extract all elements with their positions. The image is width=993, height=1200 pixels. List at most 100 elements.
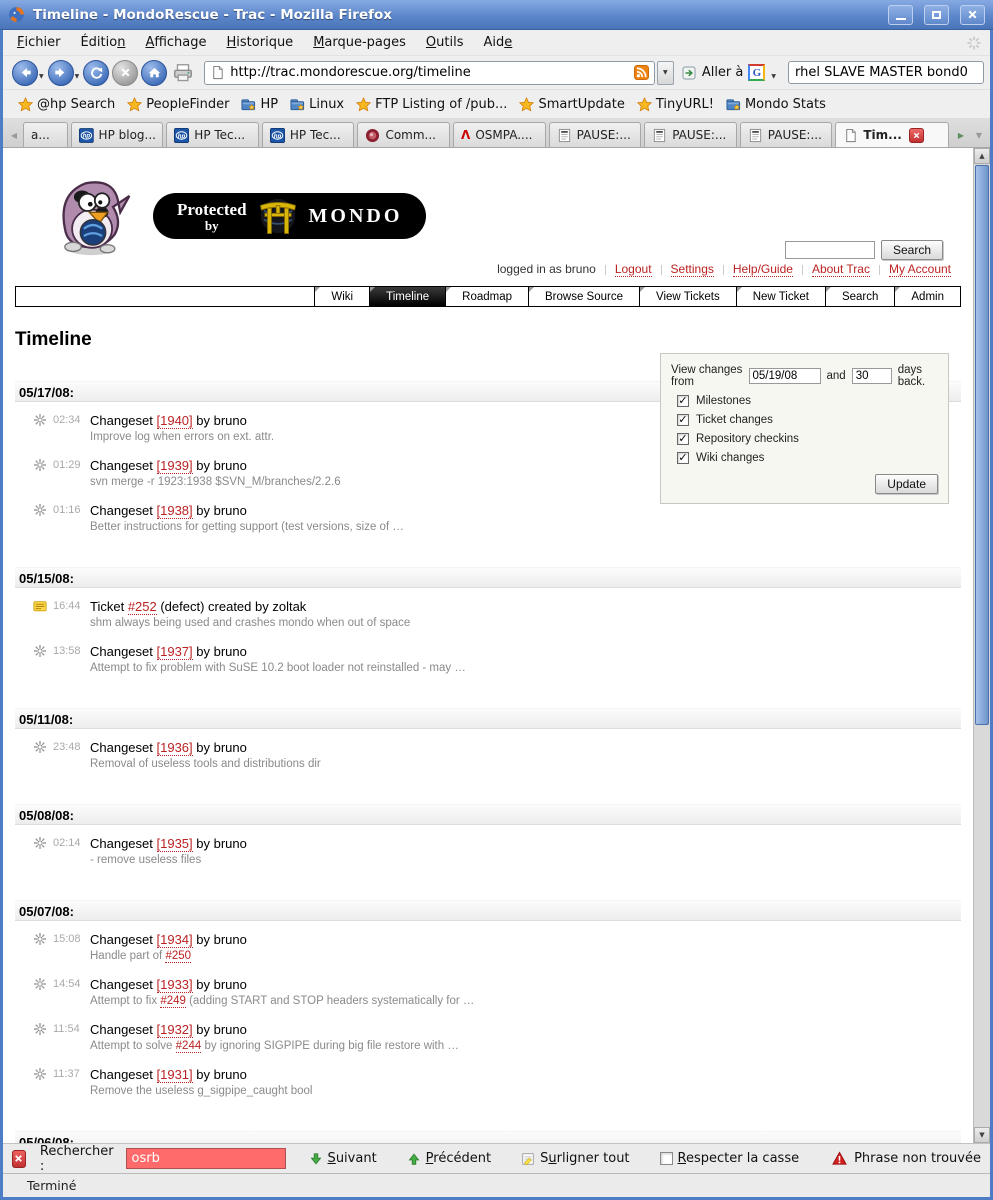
vertical-scrollbar[interactable]: ▲ ▼ bbox=[973, 148, 990, 1143]
highlight-all-button[interactable]: Surligner tout bbox=[514, 1149, 636, 1168]
match-case-checkbox[interactable] bbox=[660, 1152, 673, 1165]
scrollbar-thumb[interactable] bbox=[975, 165, 989, 725]
bookmark-folder-linux[interactable]: Linux bbox=[284, 95, 350, 114]
my-account-link[interactable]: My Account bbox=[889, 262, 951, 277]
help-guide-link[interactable]: Help/Guide bbox=[733, 262, 793, 277]
nav-tab-view-tickets[interactable]: View Tickets bbox=[639, 287, 736, 306]
site-search-input[interactable] bbox=[785, 241, 875, 259]
bookmark-ftp-listing[interactable]: FTP Listing of /pub... bbox=[350, 95, 513, 114]
tab-pause-2[interactable]: PAUSE:... bbox=[644, 122, 737, 147]
web-search-input[interactable] bbox=[788, 61, 984, 84]
maximize-button[interactable] bbox=[924, 5, 949, 25]
menu-aide[interactable]: Aide bbox=[474, 30, 523, 55]
site-search-button[interactable]: Search bbox=[881, 240, 943, 260]
back-dropdown[interactable]: ▼ bbox=[39, 73, 44, 80]
wiki-changes-checkbox[interactable]: ✓ bbox=[677, 452, 689, 464]
stop-button[interactable] bbox=[112, 60, 138, 86]
nav-tab-new-ticket[interactable]: New Ticket bbox=[736, 287, 825, 306]
match-case-option[interactable]: Respecter la casse bbox=[653, 1149, 807, 1168]
nav-tab-browse-source[interactable]: Browse Source bbox=[528, 287, 639, 306]
menu-edition[interactable]: Édition bbox=[70, 30, 135, 55]
nav-tab-timeline[interactable]: Timeline bbox=[369, 287, 445, 306]
protected-by-mondo-banner[interactable]: Protected by MONDO bbox=[153, 193, 426, 239]
tab-pause-3[interactable]: PAUSE:... bbox=[740, 122, 833, 147]
changeset-link[interactable]: [1933] bbox=[157, 977, 193, 993]
home-button[interactable] bbox=[141, 60, 167, 86]
tab-hp-tec-2[interactable]: HP Tec... bbox=[262, 122, 355, 147]
print-button[interactable] bbox=[170, 60, 196, 86]
go-button[interactable]: Aller à bbox=[702, 65, 744, 80]
from-date-input[interactable] bbox=[749, 368, 821, 384]
tab-pause-1[interactable]: PAUSE:... bbox=[549, 122, 642, 147]
changeset-link[interactable]: [1935] bbox=[157, 836, 193, 852]
changeset-link[interactable]: [1938] bbox=[157, 503, 193, 519]
url-bar[interactable] bbox=[204, 61, 655, 85]
menu-fichier[interactable]: Fichier bbox=[7, 30, 70, 55]
find-input[interactable] bbox=[126, 1148, 286, 1169]
changeset-link[interactable]: [1934] bbox=[157, 932, 193, 948]
scroll-up-button[interactable]: ▲ bbox=[974, 148, 990, 164]
update-button[interactable]: Update bbox=[875, 474, 938, 494]
forward-dropdown[interactable]: ▼ bbox=[75, 73, 80, 80]
close-button[interactable] bbox=[960, 5, 985, 25]
tab-osmpa[interactable]: ΛOSMPA.... bbox=[453, 122, 546, 147]
scroll-down-button[interactable]: ▼ bbox=[974, 1127, 990, 1143]
tab-timeline-active[interactable]: Tim... bbox=[835, 122, 949, 147]
menu-historique[interactable]: Historique bbox=[217, 30, 304, 55]
nav-tab-search[interactable]: Search bbox=[825, 287, 894, 306]
tab-hp-blog[interactable]: HP blog... bbox=[71, 122, 164, 147]
google-icon[interactable]: G bbox=[748, 64, 765, 81]
tab-scroll-left-button[interactable]: ◀ bbox=[5, 123, 23, 147]
changeset-link[interactable]: [1939] bbox=[157, 458, 193, 474]
minimize-button[interactable] bbox=[888, 5, 913, 25]
find-previous-button[interactable]: Précédent bbox=[400, 1149, 498, 1168]
nav-tab-roadmap[interactable]: Roadmap bbox=[445, 287, 528, 306]
tab-list-dropdown[interactable]: ▼ bbox=[970, 123, 988, 147]
tab-hp-tec-1[interactable]: HP Tec... bbox=[166, 122, 259, 147]
tab-1[interactable]: a... bbox=[23, 122, 68, 147]
about-trac-link[interactable]: About Trac bbox=[812, 262, 870, 277]
reload-button[interactable] bbox=[83, 60, 109, 86]
changeset-link[interactable]: [1932] bbox=[157, 1022, 193, 1038]
ticket-changes-checkbox[interactable]: ✓ bbox=[677, 414, 689, 426]
menu-marque-pages[interactable]: Marque-pages bbox=[303, 30, 416, 55]
bookmark-folder-hp[interactable]: HP bbox=[235, 95, 284, 114]
changeset-icon bbox=[33, 458, 47, 472]
changeset-link[interactable]: [1940] bbox=[157, 413, 193, 429]
bookmark-tinyurl[interactable]: TinyURL! bbox=[631, 95, 720, 114]
changeset-link[interactable]: [1936] bbox=[157, 740, 193, 756]
bookmark-smartupdate[interactable]: SmartUpdate bbox=[513, 95, 630, 114]
changeset-link[interactable]: [1931] bbox=[157, 1067, 193, 1083]
main-navigation: Wiki Timeline Roadmap Browse Source View… bbox=[15, 286, 961, 307]
tab-comm[interactable]: Comm... bbox=[357, 122, 450, 147]
bookmark-hp-search[interactable]: @hp Search bbox=[12, 95, 121, 114]
back-button[interactable] bbox=[12, 60, 38, 86]
url-dropdown-button[interactable]: ▼ bbox=[657, 61, 674, 85]
close-findbar-button[interactable] bbox=[12, 1150, 26, 1168]
ticket-link[interactable]: #244 bbox=[176, 1040, 202, 1053]
menu-outils[interactable]: Outils bbox=[416, 30, 474, 55]
bookmark-peoplefinder[interactable]: PeopleFinder bbox=[121, 95, 235, 114]
find-next-button[interactable]: Suivant bbox=[302, 1149, 384, 1168]
search-engine-dropdown[interactable]: ▼ bbox=[771, 73, 776, 80]
menu-affichage[interactable]: Affichage bbox=[135, 30, 216, 55]
forward-button[interactable] bbox=[48, 60, 74, 86]
tab-scroll-right-button[interactable]: ▶ bbox=[952, 123, 970, 147]
ticket-link[interactable]: #249 bbox=[160, 995, 186, 1008]
timeline-event: 13:58Changeset [1937] by bruno Attempt t… bbox=[33, 642, 973, 678]
logout-link[interactable]: Logout bbox=[615, 262, 652, 277]
settings-link[interactable]: Settings bbox=[671, 262, 714, 277]
milestones-checkbox[interactable]: ✓ bbox=[677, 395, 689, 407]
changeset-link[interactable]: [1937] bbox=[157, 644, 193, 660]
days-back-input[interactable] bbox=[852, 368, 892, 384]
bookmark-folder-mondo-stats[interactable]: Mondo Stats bbox=[720, 95, 832, 114]
ticket-link[interactable]: #252 bbox=[128, 599, 157, 615]
nav-tab-wiki[interactable]: Wiki bbox=[314, 287, 369, 306]
repository-checkins-checkbox[interactable]: ✓ bbox=[677, 433, 689, 445]
go-icon[interactable] bbox=[681, 65, 697, 81]
close-tab-button[interactable] bbox=[909, 128, 924, 143]
url-input[interactable] bbox=[230, 65, 629, 80]
rss-feed-icon[interactable] bbox=[634, 65, 649, 80]
ticket-link[interactable]: #250 bbox=[165, 950, 191, 963]
nav-tab-admin[interactable]: Admin bbox=[894, 287, 960, 306]
